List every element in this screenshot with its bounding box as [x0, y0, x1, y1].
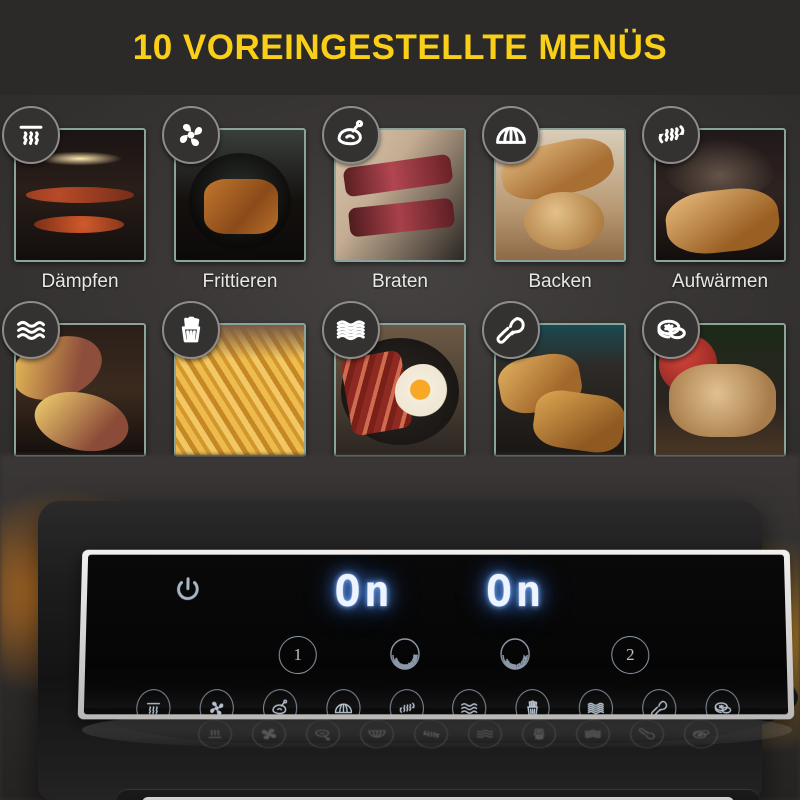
icon-row-reflection	[198, 719, 718, 749]
preset-2-button[interactable]: 2	[611, 635, 650, 675]
menu-button-croissant	[360, 719, 394, 749]
right-display: On	[485, 566, 545, 618]
menu-button-roast	[306, 719, 340, 749]
preset-2-label: 2	[625, 644, 635, 664]
page-title: 10 VOREINGESTELLTE MENÜS	[132, 27, 668, 67]
fries-icon	[162, 301, 220, 359]
preset-1-label: 1	[293, 644, 303, 664]
control-panel-bezel: On On 1 2 TEMPERATURE TIMER CLOCK	[77, 549, 795, 720]
preset-label: Dämpfen	[41, 271, 119, 292]
panel-sheen	[83, 688, 789, 709]
title-banner: 10 VOREINGESTELLTE MENÜS	[0, 0, 800, 95]
menu-button-fan	[252, 719, 286, 749]
control-panel[interactable]: On On 1 2 TEMPERATURE TIMER CLOCK	[83, 554, 789, 715]
temperature-button[interactable]: TEMPERATURE	[388, 636, 422, 672]
preset-row-1: Dämpfen Frittieren Braten Backen Aufwärmen	[0, 100, 800, 295]
steam-icon	[2, 106, 60, 164]
roast-icon	[322, 106, 380, 164]
menu-button-steam	[198, 719, 232, 749]
air-fryer-appliance: On On 1 2 TEMPERATURE TIMER CLOCK	[0, 455, 800, 800]
preset-grid: DämpfenFrittierenBratenBackenAufwärmen W…	[0, 95, 800, 495]
reheat-icon	[642, 106, 700, 164]
preset-card: Aufwärmen	[640, 100, 800, 295]
menu-button-drumstick	[630, 719, 664, 749]
preset-label: Backen	[528, 271, 592, 292]
preset-label: Frittieren	[202, 271, 278, 292]
appliance-body: On On 1 2 TEMPERATURE TIMER CLOCK	[38, 501, 798, 800]
menu-button-fries	[522, 719, 556, 749]
preset-card: Backen	[480, 100, 640, 295]
croissant-icon	[482, 106, 540, 164]
left-display: On	[334, 566, 394, 618]
menu-button-waves	[468, 719, 502, 749]
waves-icon	[2, 301, 60, 359]
bacon-strips	[339, 348, 414, 437]
dehydrate-icon	[642, 301, 700, 359]
preset-card: Dämpfen	[0, 100, 160, 295]
bacon-icon	[322, 301, 380, 359]
fan-icon	[162, 106, 220, 164]
preset-1-button[interactable]: 1	[278, 635, 317, 675]
preset-card: Braten	[320, 100, 480, 295]
preset-label: Aufwärmen	[671, 271, 769, 292]
power-icon[interactable]	[173, 574, 203, 604]
preset-label: Braten	[372, 271, 428, 292]
product-feature-image: 10 VOREINGESTELLTE MENÜS Dämpfen Frittier…	[0, 0, 800, 800]
preset-card: Frittieren	[160, 100, 320, 295]
menu-button-dehydrate	[684, 719, 718, 749]
menu-button-reheat	[414, 719, 448, 749]
drumstick-icon	[482, 301, 540, 359]
menu-button-bacon	[576, 719, 610, 749]
timer-button[interactable]: TIMER CLOCK	[498, 636, 532, 672]
